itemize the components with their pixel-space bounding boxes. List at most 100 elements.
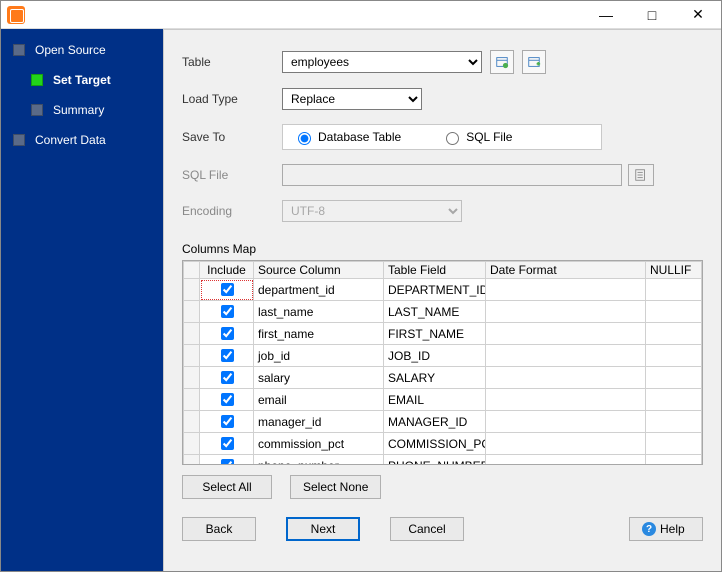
- cell-nullif[interactable]: [646, 389, 702, 411]
- cell-source[interactable]: salary: [254, 367, 384, 389]
- titlebar: — □ ✕: [1, 1, 721, 29]
- cell-nullif[interactable]: [646, 279, 702, 301]
- col-header-field[interactable]: Table Field: [384, 262, 486, 279]
- select-none-button[interactable]: Select None: [290, 475, 381, 499]
- save-to-db-radio[interactable]: Database Table: [293, 129, 401, 145]
- cell-nullif[interactable]: [646, 411, 702, 433]
- browse-file-button[interactable]: [628, 164, 654, 186]
- cell-include[interactable]: [200, 323, 254, 345]
- cell-source[interactable]: manager_id: [254, 411, 384, 433]
- sidebar-step-set-target[interactable]: Set Target: [31, 73, 155, 87]
- table-row[interactable]: job_idJOB_ID: [184, 345, 702, 367]
- cell-dateformat[interactable]: [486, 433, 646, 455]
- cell-include[interactable]: [200, 411, 254, 433]
- help-button[interactable]: ? Help: [629, 517, 703, 541]
- cell-field[interactable]: DEPARTMENT_ID: [384, 279, 486, 301]
- back-button[interactable]: Back: [182, 517, 256, 541]
- include-checkbox[interactable]: [221, 437, 234, 450]
- cell-dateformat[interactable]: [486, 301, 646, 323]
- cell-field[interactable]: JOB_ID: [384, 345, 486, 367]
- close-button[interactable]: ✕: [675, 1, 721, 29]
- col-header-source[interactable]: Source Column: [254, 262, 384, 279]
- table-row[interactable]: commission_pctCOMMISSION_PCT: [184, 433, 702, 455]
- sidebar-step-convert-data[interactable]: Convert Data: [13, 133, 155, 147]
- cell-nullif[interactable]: [646, 367, 702, 389]
- cell-include[interactable]: [200, 455, 254, 466]
- next-button[interactable]: Next: [286, 517, 360, 541]
- load-type-label: Load Type: [182, 92, 282, 106]
- include-checkbox[interactable]: [221, 459, 234, 465]
- col-header-nullif[interactable]: NULLIF: [646, 262, 702, 279]
- row-header: [184, 301, 200, 323]
- cell-source[interactable]: department_id: [254, 279, 384, 301]
- include-checkbox[interactable]: [221, 371, 234, 384]
- cell-nullif[interactable]: [646, 455, 702, 466]
- cell-source[interactable]: phone_number: [254, 455, 384, 466]
- main-panel: Table employees Load Type Replace Save T: [163, 29, 721, 571]
- table-row[interactable]: phone_numberPHONE_NUMBER: [184, 455, 702, 466]
- include-checkbox[interactable]: [221, 283, 234, 296]
- cell-source[interactable]: last_name: [254, 301, 384, 323]
- cell-field[interactable]: LAST_NAME: [384, 301, 486, 323]
- save-to-db-radio-input[interactable]: [298, 132, 311, 145]
- cell-source[interactable]: commission_pct: [254, 433, 384, 455]
- app-icon: [7, 6, 25, 24]
- minimize-button[interactable]: —: [583, 1, 629, 29]
- table-row[interactable]: first_nameFIRST_NAME: [184, 323, 702, 345]
- cell-dateformat[interactable]: [486, 323, 646, 345]
- row-header: [184, 411, 200, 433]
- cell-nullif[interactable]: [646, 323, 702, 345]
- cell-dateformat[interactable]: [486, 389, 646, 411]
- cell-nullif[interactable]: [646, 433, 702, 455]
- cell-source[interactable]: first_name: [254, 323, 384, 345]
- cell-dateformat[interactable]: [486, 279, 646, 301]
- cell-include[interactable]: [200, 279, 254, 301]
- cell-include[interactable]: [200, 389, 254, 411]
- cell-source[interactable]: job_id: [254, 345, 384, 367]
- include-checkbox[interactable]: [221, 305, 234, 318]
- load-type-select[interactable]: Replace: [282, 88, 422, 110]
- sidebar-step-open-source[interactable]: Open Source: [13, 43, 155, 57]
- cell-field[interactable]: PHONE_NUMBER: [384, 455, 486, 466]
- cell-include[interactable]: [200, 345, 254, 367]
- cell-dateformat[interactable]: [486, 411, 646, 433]
- cell-dateformat[interactable]: [486, 345, 646, 367]
- columns-map-grid[interactable]: Include Source Column Table Field Date F…: [182, 260, 703, 465]
- cell-include[interactable]: [200, 433, 254, 455]
- cell-source[interactable]: email: [254, 389, 384, 411]
- cell-dateformat[interactable]: [486, 367, 646, 389]
- table-select[interactable]: employees: [282, 51, 482, 73]
- table-row[interactable]: manager_idMANAGER_ID: [184, 411, 702, 433]
- cell-dateformat[interactable]: [486, 455, 646, 466]
- step-marker-icon: [13, 134, 25, 146]
- sidebar-step-label: Convert Data: [35, 133, 106, 147]
- col-header-include[interactable]: Include: [200, 262, 254, 279]
- include-checkbox[interactable]: [221, 393, 234, 406]
- cell-include[interactable]: [200, 301, 254, 323]
- cell-field[interactable]: COMMISSION_PCT: [384, 433, 486, 455]
- select-all-button[interactable]: Select All: [182, 475, 272, 499]
- table-row[interactable]: salarySALARY: [184, 367, 702, 389]
- cell-field[interactable]: MANAGER_ID: [384, 411, 486, 433]
- table-row[interactable]: department_idDEPARTMENT_ID: [184, 279, 702, 301]
- table-row[interactable]: emailEMAIL: [184, 389, 702, 411]
- cell-field[interactable]: EMAIL: [384, 389, 486, 411]
- cancel-button[interactable]: Cancel: [390, 517, 464, 541]
- maximize-button[interactable]: □: [629, 1, 675, 29]
- cell-field[interactable]: SALARY: [384, 367, 486, 389]
- save-to-sql-radio-input[interactable]: [446, 132, 459, 145]
- col-header-dateformat[interactable]: Date Format: [486, 262, 646, 279]
- include-checkbox[interactable]: [221, 327, 234, 340]
- cell-nullif[interactable]: [646, 345, 702, 367]
- include-checkbox[interactable]: [221, 349, 234, 362]
- save-to-sql-radio[interactable]: SQL File: [441, 129, 512, 145]
- refresh-tables-button[interactable]: [490, 50, 514, 74]
- cell-include[interactable]: [200, 367, 254, 389]
- add-table-button[interactable]: [522, 50, 546, 74]
- cell-nullif[interactable]: [646, 301, 702, 323]
- include-checkbox[interactable]: [221, 415, 234, 428]
- table-row[interactable]: last_nameLAST_NAME: [184, 301, 702, 323]
- encoding-select: UTF-8: [282, 200, 462, 222]
- cell-field[interactable]: FIRST_NAME: [384, 323, 486, 345]
- sidebar-step-summary[interactable]: Summary: [31, 103, 155, 117]
